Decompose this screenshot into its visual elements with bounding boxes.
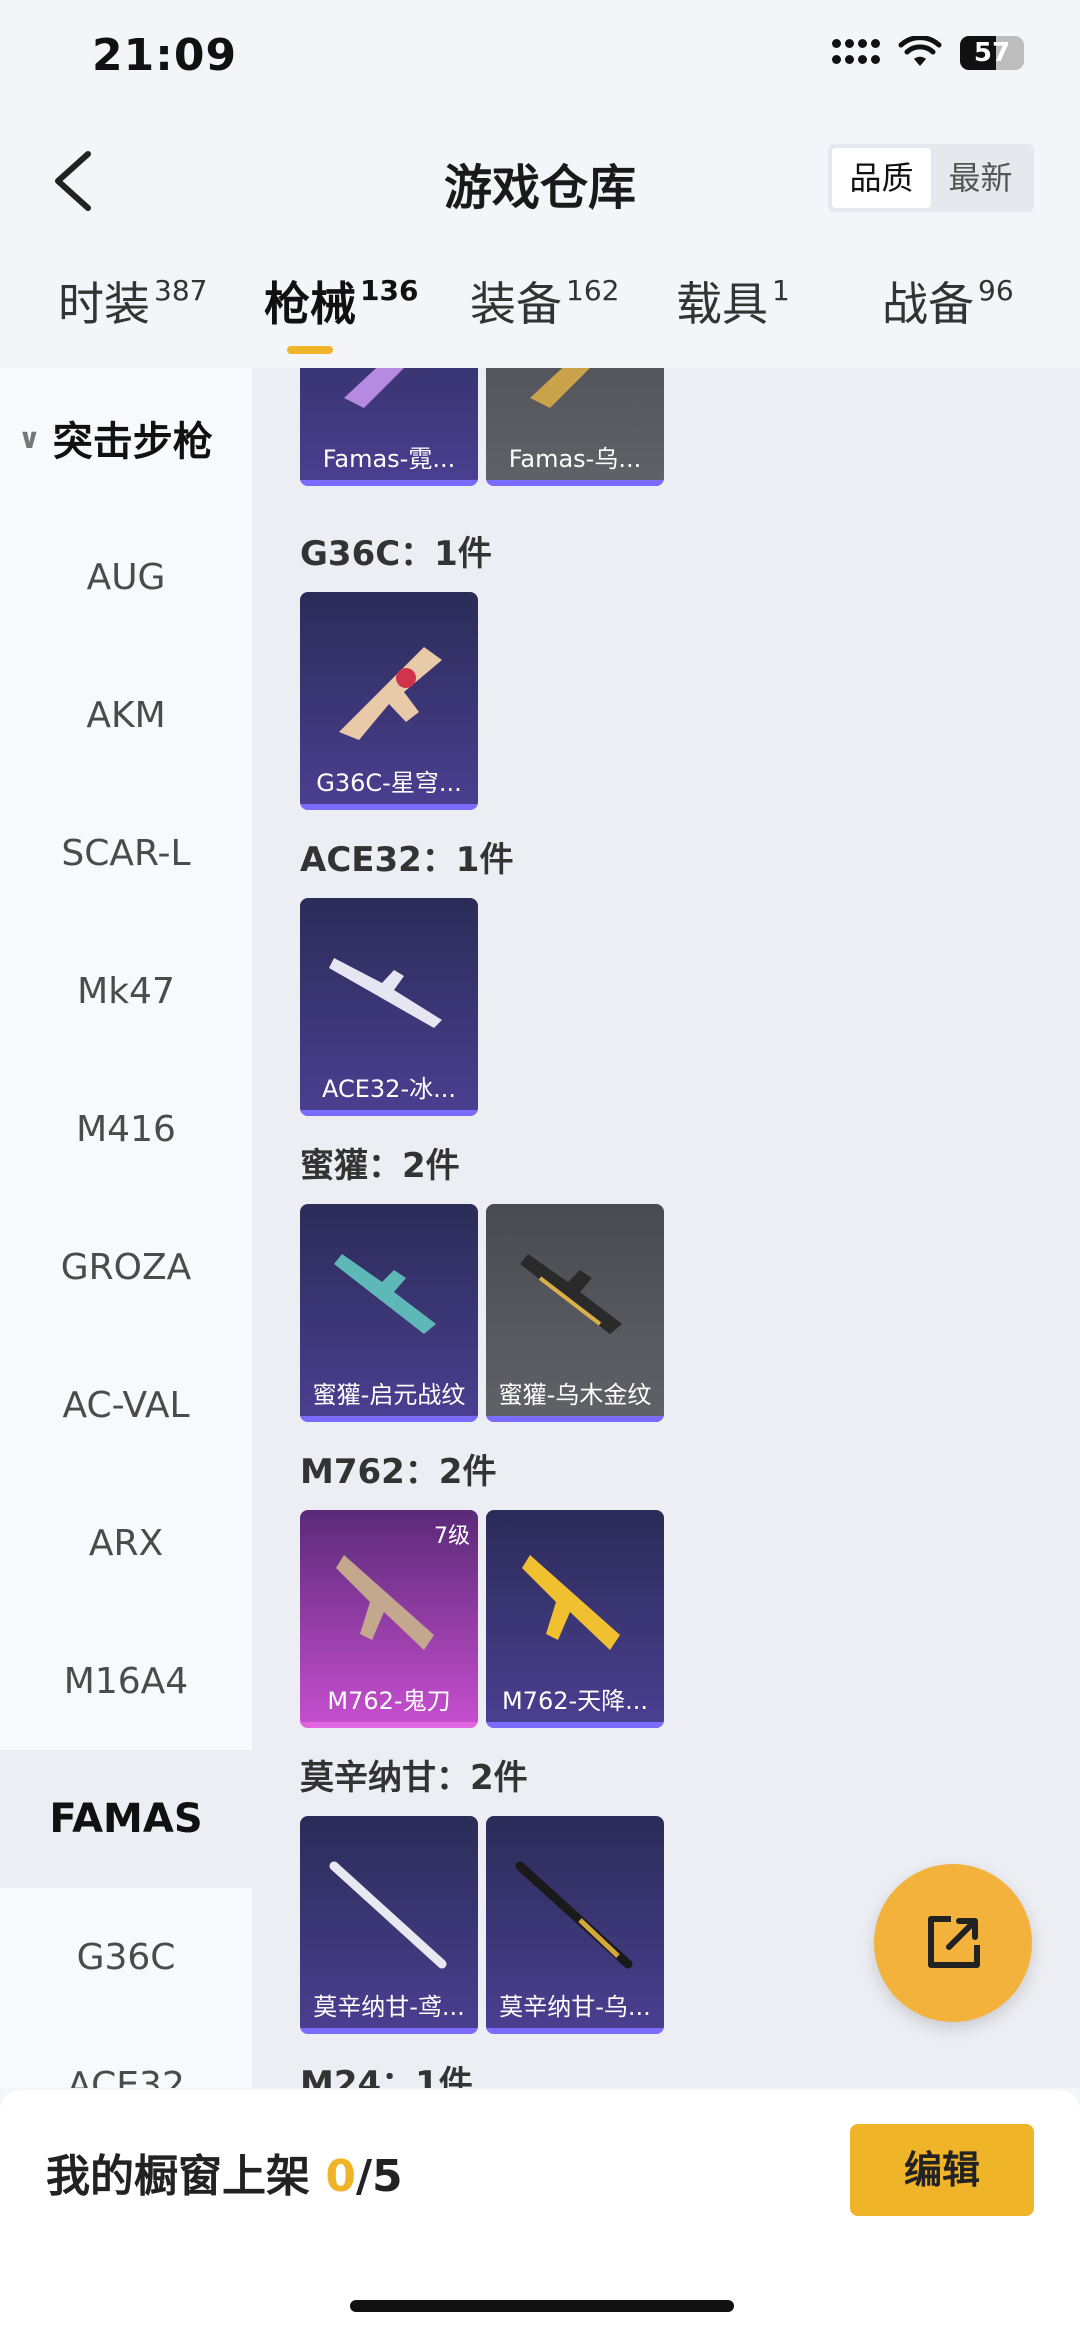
weapon-card[interactable]: G36C-星穹... [300, 592, 478, 810]
sort-quality-button[interactable]: 品质 [832, 148, 931, 208]
battery-icon: 57 [960, 36, 1024, 70]
tab-count: 387 [154, 274, 208, 307]
showcase-status: 我的橱窗上架 0/5 [46, 2140, 403, 2204]
weapon-card-label: M762-鬼刀 [327, 1687, 451, 1715]
tab-supplies[interactable]: 战备 96 [882, 268, 1014, 334]
weapon-type-sidebar: ∨ 突击步枪 AUG AKM SCAR-L Mk47 M416 GROZA AC… [0, 368, 252, 2088]
sidebar-section-label: 突击步枪 [52, 419, 213, 465]
rifle-icon [339, 647, 442, 740]
sidebar-item-akm[interactable]: AKM [0, 646, 252, 784]
weapon-card[interactable]: 莫辛纳甘-乌... [486, 1816, 664, 2034]
sidebar-section-assault-rifles[interactable]: ∨ 突击步枪 [0, 368, 252, 508]
sidebar-item-aug[interactable]: AUG [0, 508, 252, 646]
weapon-card-label: 蜜獾-乌木金纹 [498, 1381, 652, 1409]
rifle-icon [329, 958, 442, 1028]
tab-weapons[interactable]: 枪械 136 [264, 268, 418, 334]
group-title: M24：1件 [300, 2064, 473, 2088]
weapon-card-label: Famas-乌... [508, 445, 642, 473]
sidebar-item-mk47[interactable]: Mk47 [0, 922, 252, 1060]
tab-label: 装备 [470, 277, 562, 331]
weapon-card-label: ACE32-冰... [321, 1075, 456, 1103]
active-tab-indicator [287, 346, 333, 354]
group-title: ACE32：1件 [300, 840, 514, 880]
weapon-card[interactable]: Famas-乌... [486, 368, 664, 486]
weapon-card-label: M762-天降... [501, 1687, 649, 1715]
weapon-card-label: 蜜獾-启元战纹 [312, 1381, 466, 1409]
sidebar-item-famas[interactable]: FAMAS [0, 1750, 252, 1888]
sidebar-item-arx[interactable]: ARX [0, 1474, 252, 1612]
sidebar-item-m16a4[interactable]: M16A4 [0, 1612, 252, 1750]
rifle-icon [530, 368, 590, 408]
sidebar-item-g36c[interactable]: G36C [0, 1888, 252, 2026]
group-title: G36C：1件 [300, 534, 492, 574]
battery-percent: 57 [973, 38, 1011, 68]
share-external-icon [928, 1916, 980, 1968]
rifle-icon [344, 368, 404, 408]
showcase-total: /5 [355, 2151, 403, 2202]
category-tabs: 时装 387 枪械 136 装备 162 载具 1 战备 96 [0, 250, 1080, 360]
sidebar-item-ac-val[interactable]: AC-VAL [0, 1336, 252, 1474]
weapon-card[interactable]: 蜜獾-启元战纹 [300, 1204, 478, 1422]
weapon-card[interactable]: Famas-霓... [300, 368, 478, 486]
weapon-card-label: 莫辛纳甘-鸢... [313, 1993, 465, 2021]
tab-count: 136 [360, 274, 419, 307]
tab-label: 载具 [676, 277, 768, 331]
sort-toggle: 品质 最新 [828, 144, 1034, 212]
weapon-card[interactable]: M762-天降... [486, 1510, 664, 1728]
rifle-icon [329, 1861, 447, 1969]
weapon-card[interactable]: 蜜獾-乌木金纹 [486, 1204, 664, 1422]
tab-label: 时装 [58, 277, 150, 331]
weapon-list: Famas-霓... Famas-乌... G36C：1件 G36C-星穹...… [252, 368, 1080, 2088]
signal-icon [832, 39, 880, 67]
status-icons: 57 [832, 36, 1024, 70]
weapon-card-label: Famas-霓... [322, 445, 456, 473]
status-time: 21:09 [92, 30, 238, 81]
weapon-card-label: G36C-星穹... [316, 769, 462, 797]
rifle-icon [515, 1861, 633, 1969]
weapon-card[interactable]: 莫辛纳甘-鸢... [300, 1816, 478, 2034]
tab-vehicles[interactable]: 载具 1 [676, 268, 790, 334]
home-indicator [350, 2300, 734, 2312]
rifle-icon [334, 1254, 436, 1334]
showcase-label: 我的橱窗上架 [46, 2151, 326, 2202]
rifle-icon [520, 1254, 622, 1334]
chevron-down-icon: ∨ [18, 421, 41, 455]
tab-fashion[interactable]: 时装 387 [58, 268, 207, 334]
tab-count: 1 [772, 274, 790, 307]
weapon-card[interactable]: 7级 M762-鬼刀 [300, 1510, 478, 1728]
nav-header: 游戏仓库 品质 最新 [0, 120, 1080, 240]
group-title: 莫辛纳甘：2件 [300, 1758, 528, 1798]
sort-newest-button[interactable]: 最新 [931, 148, 1030, 208]
sidebar-item-ace32[interactable]: ACE32 [0, 2026, 252, 2088]
tab-label: 枪械 [264, 277, 356, 331]
group-title: M762：2件 [300, 1452, 497, 1492]
share-button[interactable] [874, 1864, 1032, 2022]
status-bar: 21:09 57 [0, 0, 1080, 120]
weapon-card-label: 莫辛纳甘-乌... [499, 1993, 651, 2021]
group-title: 蜜獾：2件 [300, 1146, 460, 1186]
edit-button[interactable]: 编辑 [850, 2124, 1034, 2216]
sidebar-item-scar-l[interactable]: SCAR-L [0, 784, 252, 922]
tab-label: 战备 [882, 277, 974, 331]
tab-equipment[interactable]: 装备 162 [470, 268, 619, 334]
sidebar-item-groza[interactable]: GROZA [0, 1198, 252, 1336]
sidebar-item-m416[interactable]: M416 [0, 1060, 252, 1198]
tab-count: 96 [978, 274, 1014, 307]
rifle-icon [522, 1555, 620, 1650]
wifi-icon [898, 36, 942, 66]
showcase-count: 0 [325, 2151, 356, 2202]
tab-count: 162 [566, 274, 620, 307]
weapon-card[interactable]: ACE32-冰... [300, 898, 478, 1116]
rifle-icon [336, 1555, 434, 1650]
